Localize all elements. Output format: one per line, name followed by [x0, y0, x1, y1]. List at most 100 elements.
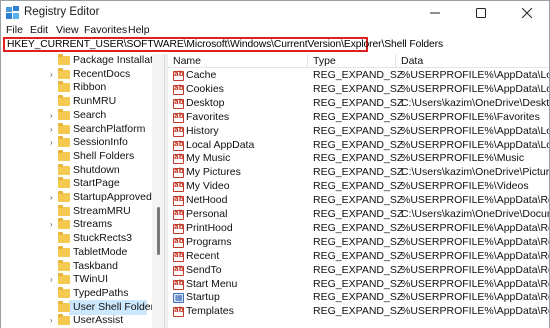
- value-row[interactable]: Favorites REG_EXPAND_SZ%USERPROFILE%\Favo…: [168, 111, 549, 125]
- value-data: C:\Users\kazim\OneDrive\Documents: [401, 208, 549, 220]
- registry-editor-app-icon: [6, 6, 19, 19]
- column-header-data[interactable]: Data: [401, 55, 423, 67]
- value-row[interactable]: Cookies REG_EXPAND_SZ%USERPROFILE%\AppDat…: [168, 83, 549, 97]
- tree-item-label: StuckRects3: [73, 232, 132, 245]
- tree-item-label: Ribbon: [73, 81, 107, 94]
- close-icon: [522, 7, 532, 18]
- folder-icon: [58, 218, 70, 230]
- column-header-name[interactable]: Name: [173, 55, 201, 67]
- value-name: Cookies: [186, 82, 224, 95]
- title-bar: Registry Editor: [1, 1, 549, 24]
- address-bar[interactable]: HKEY_CURRENT_USER\SOFTWARE\Microsoft\Win…: [3, 37, 443, 52]
- folder-icon: [58, 95, 70, 107]
- value-name: My Music: [186, 152, 231, 165]
- values-list-pane[interactable]: Name Type Data CacheREG_EXPAND_SZ%USERPR…: [168, 54, 549, 328]
- tree-item[interactable]: › SearchPlatform: [1, 122, 151, 137]
- string-value-icon: [173, 237, 184, 248]
- string-value-icon: [173, 265, 184, 276]
- tree-item[interactable]: › RecentDocs: [1, 67, 151, 82]
- value-data: %USERPROFILE%\AppData\Local\Microsoft\Wi…: [401, 82, 549, 95]
- value-row[interactable]: History REG_EXPAND_SZ%USERPROFILE%\AppDat…: [168, 125, 549, 139]
- tree-item[interactable]: Shell Folders: [1, 149, 151, 164]
- expand-chevron-icon[interactable]: ›: [50, 193, 53, 202]
- list-header: Name Type Data: [168, 54, 549, 68]
- value-row[interactable]: Desktop REG_EXPAND_SZC:\Users\kazim\OneDr…: [168, 97, 549, 111]
- tree-item[interactable]: Taskband: [1, 259, 151, 274]
- folder-icon: [58, 108, 70, 120]
- tree-item[interactable]: › TWinUI: [1, 273, 151, 287]
- column-divider[interactable]: [307, 54, 308, 68]
- expand-chevron-icon[interactable]: ›: [50, 70, 53, 79]
- value-row[interactable]: Personal REG_EXPAND_SZC:\Users\kazim\OneD…: [168, 208, 549, 222]
- tree-item[interactable]: Shutdown: [1, 163, 151, 178]
- close-button[interactable]: [504, 1, 550, 24]
- folder-icon: [58, 245, 70, 257]
- tree-item-label: RecentDocs: [73, 67, 131, 80]
- value-row[interactable]: My Pictures REG_EXPAND_SZC:\Users\kazim\O…: [168, 166, 549, 180]
- value-name: Cache: [186, 69, 217, 81]
- value-row[interactable]: SendTo REG_EXPAND_SZ%USERPROFILE%\AppData…: [168, 264, 549, 278]
- column-header-type[interactable]: Type: [313, 55, 336, 67]
- value-row[interactable]: Start Menu REG_EXPAND_SZ%USERPROFILE%\App…: [168, 278, 549, 292]
- string-value-icon: [173, 153, 184, 165]
- tree-scrollbar[interactable]: [152, 54, 164, 328]
- address-path[interactable]: HKEY_CURRENT_USER\SOFTWARE\Microsoft\Win…: [7, 39, 443, 50]
- value-name: PrintHood: [186, 221, 233, 234]
- tree-item[interactable]: › StartupApproved: [1, 191, 152, 205]
- tree-item[interactable]: › Streams: [1, 218, 151, 232]
- tree-scrollbar-thumb[interactable]: [157, 207, 160, 255]
- tree-item[interactable]: StartPage: [1, 177, 151, 191]
- value-name: Desktop: [186, 96, 225, 109]
- value-row[interactable]: Programs REG_EXPAND_SZ%USERPROFILE%\AppDa…: [168, 236, 549, 250]
- value-name: Start Menu: [186, 277, 238, 290]
- tree-item[interactable]: StreamMRU: [1, 204, 151, 219]
- value-row[interactable]: Startup REG_EXPAND_SZ%USERPROFILE%\AppDat…: [168, 291, 549, 305]
- value-row[interactable]: Cache REG_EXPAND_SZ%USERPROFILE%\AppData\…: [168, 69, 549, 83]
- value-row[interactable]: Templates REG_EXPAND_SZ%USERPROFILE%\AppD…: [168, 305, 549, 319]
- tree-item-label: SearchPlatform: [73, 122, 146, 135]
- value-data: %USERPROFILE%\AppData\Local: [401, 138, 549, 151]
- tree-item-label: Shutdown: [73, 163, 120, 176]
- menu-view[interactable]: View: [56, 24, 79, 36]
- folder-icon: [58, 273, 70, 285]
- tree-item[interactable]: Ribbon: [1, 81, 151, 95]
- value-row[interactable]: PrintHood REG_EXPAND_SZ%USERPROFILE%\AppD…: [168, 222, 549, 236]
- string-value-icon: [173, 209, 184, 220]
- minimize-button[interactable]: [412, 1, 458, 24]
- tree-item[interactable]: › SessionInfo: [1, 136, 151, 150]
- string-value-icon: [173, 84, 184, 95]
- value-row[interactable]: My Music REG_EXPAND_SZ%USERPROFILE%\Music: [168, 152, 549, 166]
- value-row[interactable]: NetHood REG_EXPAND_SZ%USERPROFILE%\AppDat…: [168, 194, 549, 208]
- maximize-button[interactable]: [458, 1, 504, 24]
- menu-edit[interactable]: Edit: [30, 24, 48, 36]
- key-tree-pane[interactable]: Package Installation › RecentDocs Ribbon Run…: [1, 54, 164, 328]
- value-type: REG_EXPAND_SZ: [313, 82, 404, 95]
- tree-item-label: TabletMode: [73, 245, 128, 258]
- value-row[interactable]: Local AppData REG_EXPAND_SZ%USERPROFILE%\…: [168, 139, 549, 153]
- value-row[interactable]: Recent REG_EXPAND_SZ%USERPROFILE%\AppData…: [168, 250, 549, 264]
- tree-item[interactable]: StuckRects3: [1, 232, 151, 246]
- folder-icon: [58, 122, 70, 134]
- menu-file[interactable]: File: [6, 24, 23, 36]
- value-data: %USERPROFILE%\AppData\Roaming\Microsoft\…: [401, 263, 549, 276]
- tree-item[interactable]: › UserAssist: [1, 314, 151, 328]
- value-data: %USERPROFILE%\AppData\Roaming\Microsoft\…: [401, 305, 549, 318]
- column-divider[interactable]: [395, 54, 396, 68]
- menu-help[interactable]: Help: [128, 24, 150, 36]
- string-value-icon: [173, 306, 184, 318]
- expand-chevron-icon[interactable]: ›: [50, 220, 53, 229]
- expand-chevron-icon[interactable]: ›: [50, 111, 53, 120]
- value-row[interactable]: My Video REG_EXPAND_SZ%USERPROFILE%\Video…: [168, 180, 549, 194]
- tree-item[interactable]: Package Installation: [1, 54, 164, 68]
- menu-favorites[interactable]: Favorites: [84, 24, 127, 36]
- expand-chevron-icon[interactable]: ›: [50, 275, 53, 284]
- string-value-icon: [173, 181, 184, 193]
- tree-item[interactable]: › Search: [1, 108, 151, 123]
- expand-chevron-icon[interactable]: ›: [50, 125, 53, 134]
- tree-item[interactable]: TabletMode: [1, 245, 151, 260]
- expand-chevron-icon[interactable]: ›: [50, 138, 53, 147]
- value-data: C:\Users\kazim\OneDrive\Pictures: [401, 166, 549, 179]
- expand-chevron-icon[interactable]: ›: [50, 316, 53, 325]
- tree-item[interactable]: User Shell Folders: [1, 299, 159, 315]
- tree-item[interactable]: RunMRU: [1, 95, 151, 109]
